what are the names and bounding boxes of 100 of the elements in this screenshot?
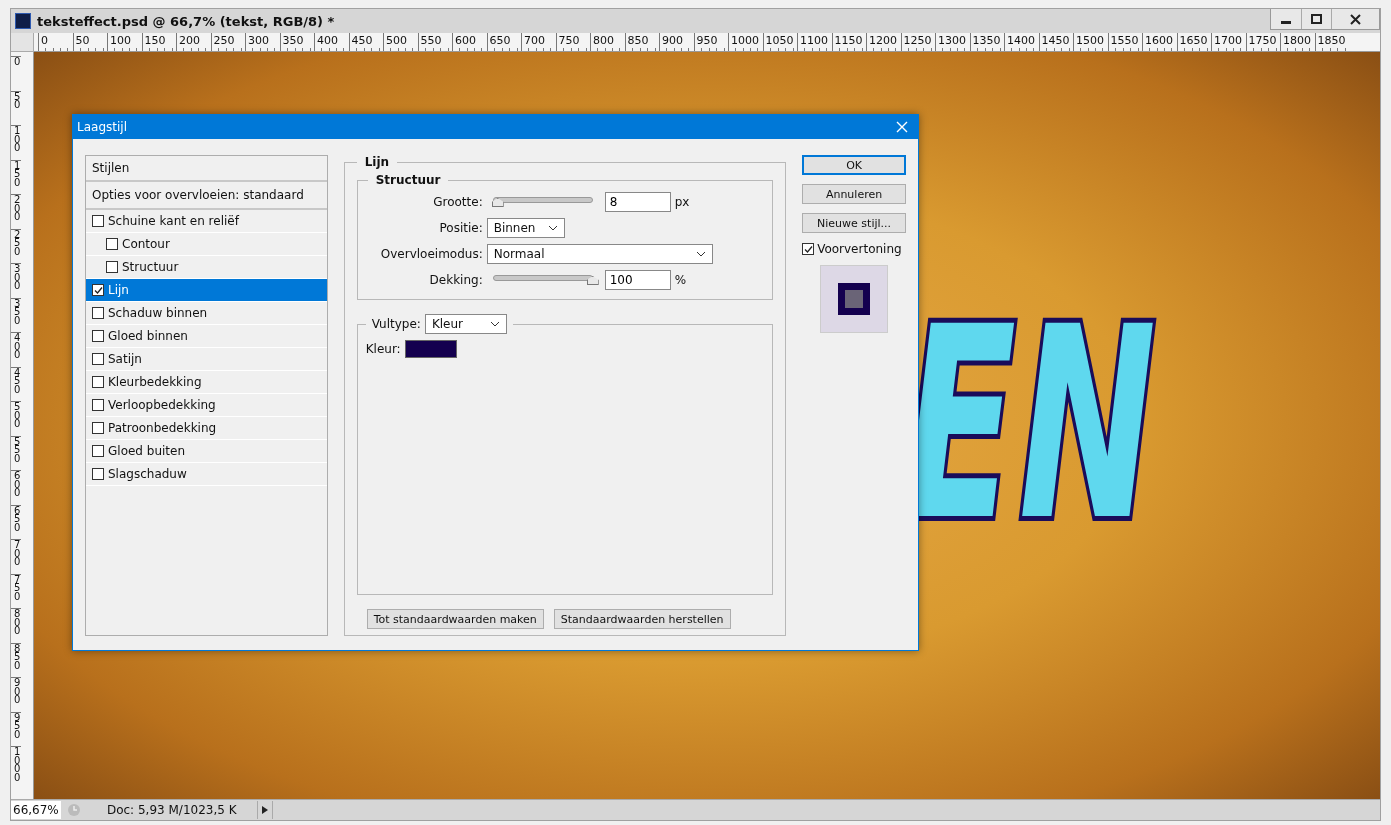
defaults-button[interactable]: Tot standaardwaarden maken xyxy=(366,609,544,629)
ruler-label: 150 xyxy=(141,33,176,51)
style-label: Gloed buiten xyxy=(108,444,186,458)
ruler-label: 550 xyxy=(11,435,21,470)
checkbox[interactable] xyxy=(92,399,104,411)
menu-arrow-button[interactable] xyxy=(256,801,273,819)
dropdown[interactable]: Normaal xyxy=(486,244,713,264)
close-icon xyxy=(1350,13,1361,25)
field-label: Vultype: xyxy=(371,317,421,331)
dropdown[interactable]: Binnen xyxy=(486,218,565,238)
ruler-label: 250 xyxy=(11,228,21,263)
document-info: Doc: 5,93 M/1023,5 K xyxy=(105,803,238,817)
checkbox[interactable] xyxy=(92,307,104,319)
style-label: Structuur xyxy=(122,260,179,274)
field-label: Overvloeimodus: xyxy=(379,247,483,261)
number-field[interactable]: 8 xyxy=(604,192,671,212)
ruler-label: 950 xyxy=(693,33,728,51)
ruler-label: 700 xyxy=(11,539,21,574)
ruler-label: 350 xyxy=(279,33,314,51)
ruler-label: 300 xyxy=(11,263,21,298)
unit-label: % xyxy=(674,273,687,287)
style-label: Schaduw binnen xyxy=(108,306,208,320)
ruler-label: 50 xyxy=(72,33,107,51)
ruler-label: 450 xyxy=(11,366,21,401)
slider-thumb[interactable] xyxy=(491,198,504,207)
section-title: Lijn xyxy=(363,155,391,169)
ruler-label: 1550 xyxy=(1107,33,1142,51)
style-label: Slagschaduw xyxy=(108,467,187,481)
ruler-label: 200 xyxy=(11,194,21,229)
ruler-label: 1150 xyxy=(831,33,866,51)
ruler-label: 650 xyxy=(11,504,21,539)
ruler-label: 800 xyxy=(11,608,21,643)
style-list-item[interactable]: Lijn xyxy=(86,279,327,302)
ruler-label: 100 xyxy=(11,125,21,160)
dialog-button[interactable]: Annuleren xyxy=(802,184,906,204)
unit-label: px xyxy=(674,195,690,209)
dialog-title: Laagstijl xyxy=(77,120,127,134)
ruler-label: 950 xyxy=(11,711,21,746)
checkbox[interactable] xyxy=(92,445,104,457)
ruler-label: 500 xyxy=(11,401,21,436)
ruler-label: 1350 xyxy=(969,33,1004,51)
ruler-label: 900 xyxy=(11,677,21,712)
caret-icon xyxy=(489,321,500,327)
app-icon xyxy=(15,13,31,29)
ruler-label: 750 xyxy=(11,573,21,608)
slider-thumb[interactable] xyxy=(586,276,599,285)
ruler-label: 550 xyxy=(417,33,452,51)
ruler-label: 750 xyxy=(555,33,590,51)
window-title: teksteffect.psd @ 66,7% (tekst, RGB/8) * xyxy=(37,13,336,29)
field-label: Grootte: xyxy=(432,195,483,209)
color-swatch[interactable] xyxy=(404,340,457,358)
style-label: Patroonbedekking xyxy=(108,421,217,435)
checkbox[interactable] xyxy=(92,468,104,480)
ruler-label: 400 xyxy=(11,332,21,367)
checkbox[interactable] xyxy=(106,238,118,250)
group-title: Structuur xyxy=(374,173,442,187)
field-label: Positie: xyxy=(438,221,483,235)
dropdown[interactable]: Kleur xyxy=(424,314,507,334)
canvas-text: EN xyxy=(904,292,1159,557)
preview-square-icon xyxy=(838,283,871,315)
ruler-label: 0 xyxy=(11,56,21,91)
style-label: Contour xyxy=(122,237,170,251)
checkbox[interactable] xyxy=(92,330,104,342)
ruler-label: 450 xyxy=(348,33,383,51)
zoom-level[interactable]: 66,67% xyxy=(11,801,61,819)
style-label: Verloopbedekking xyxy=(108,398,216,412)
clock-icon xyxy=(66,803,81,817)
style-label: Satijn xyxy=(108,352,142,366)
checkbox[interactable] xyxy=(92,353,104,365)
checkbox[interactable] xyxy=(106,261,118,273)
ruler-label: 1250 xyxy=(900,33,935,51)
style-label: Schuine kant en reliëf xyxy=(108,214,239,228)
ruler-label: 350 xyxy=(11,297,21,332)
dialog-button[interactable]: OK xyxy=(802,155,906,175)
checkbox[interactable] xyxy=(802,243,815,255)
ruler-label: 850 xyxy=(624,33,659,51)
style-label: Lijn xyxy=(108,283,129,297)
ruler-label: 1750 xyxy=(1245,33,1280,51)
field-label: Dekking: xyxy=(428,273,483,287)
play-icon xyxy=(261,806,268,814)
checkbox[interactable] xyxy=(92,284,104,296)
checkbox[interactable] xyxy=(92,376,104,388)
ruler-label: 650 xyxy=(486,33,521,51)
ruler-label: 250 xyxy=(210,33,245,51)
checkbox-label: Voorvertoning xyxy=(817,242,902,256)
ruler-label: 850 xyxy=(11,642,21,677)
checkbox[interactable] xyxy=(92,215,104,227)
ruler-label: 600 xyxy=(11,470,21,505)
ruler-label: 1000 xyxy=(11,746,21,782)
ruler-label: 50 xyxy=(11,90,21,125)
defaults-button[interactable]: Standaardwaarden herstellen xyxy=(553,609,731,629)
ruler-label: 1850 xyxy=(1314,33,1349,51)
dialog-button[interactable]: Nieuwe stijl... xyxy=(802,213,906,233)
ruler-label: 1050 xyxy=(762,33,797,51)
style-label: Gloed binnen xyxy=(108,329,188,343)
minimize-icon xyxy=(1281,21,1291,24)
checkbox[interactable] xyxy=(92,422,104,434)
number-field[interactable]: 100 xyxy=(604,270,671,290)
maximize-icon xyxy=(1311,14,1322,24)
caret-icon xyxy=(695,251,706,257)
